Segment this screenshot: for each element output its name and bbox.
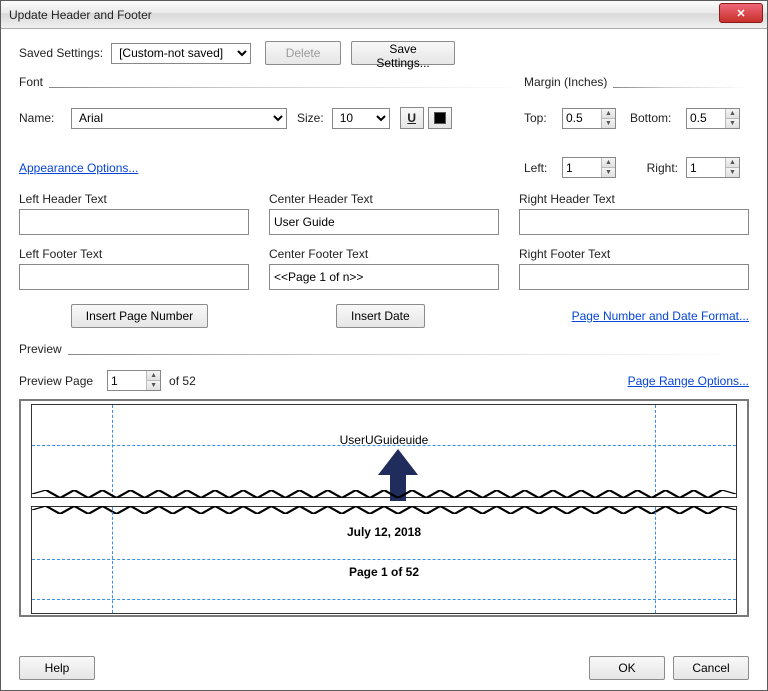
margin-top-spinner[interactable]: ▲▼: [562, 108, 616, 129]
preview-page-bottom: July 12, 2018 Page 1 of 52: [31, 506, 737, 614]
chevron-up-icon[interactable]: ▲: [726, 109, 739, 119]
delete-button[interactable]: Delete: [265, 41, 341, 65]
preview-page-top: UserUGuideuide: [31, 404, 737, 498]
left-header-label: Left Header Text: [19, 192, 249, 206]
ok-button[interactable]: OK: [589, 656, 665, 680]
chevron-up-icon[interactable]: ▲: [726, 158, 739, 168]
help-button[interactable]: Help: [19, 656, 95, 680]
font-size-dropdown[interactable]: 10: [332, 108, 390, 129]
divider: [613, 87, 749, 88]
margin-bottom-input[interactable]: [687, 109, 725, 128]
font-color-button[interactable]: [428, 107, 452, 129]
color-swatch-icon: [434, 112, 446, 124]
page-number-date-format-link[interactable]: Page Number and Date Format...: [572, 309, 749, 323]
underline-icon: U: [407, 111, 416, 125]
chevron-down-icon[interactable]: ▼: [147, 381, 160, 390]
margin-right-input[interactable]: [687, 158, 725, 177]
margin-bottom-label: Bottom:: [630, 111, 678, 125]
saved-settings-row: Saved Settings: [Custom-not saved] Delet…: [19, 41, 749, 65]
preview-header-text: UserUGuideuide: [32, 433, 736, 447]
preview-section-label: Preview: [19, 342, 62, 356]
margin-left-input[interactable]: [563, 158, 601, 177]
preview-area: UserUGuideuide: [19, 399, 749, 617]
cancel-button[interactable]: Cancel: [673, 656, 749, 680]
divider: [68, 354, 749, 355]
preview-page-text: Page 1 of 52: [32, 565, 736, 579]
appearance-options-link[interactable]: Appearance Options...: [19, 161, 138, 175]
chevron-down-icon[interactable]: ▼: [726, 168, 739, 177]
font-size-label: Size:: [297, 111, 324, 125]
close-button[interactable]: ✕: [719, 3, 763, 23]
right-footer-label: Right Footer Text: [519, 247, 749, 261]
font-section-label: Font: [19, 75, 43, 89]
title-bar: Update Header and Footer ✕: [1, 1, 767, 29]
margin-left-spinner[interactable]: ▲▼: [562, 157, 616, 178]
font-name-label: Name:: [19, 111, 63, 125]
center-footer-label: Center Footer Text: [269, 247, 499, 261]
center-footer-input[interactable]: [269, 264, 499, 290]
margin-right-spinner[interactable]: ▲▼: [686, 157, 740, 178]
chevron-down-icon[interactable]: ▼: [602, 119, 615, 128]
divider: [49, 87, 524, 88]
save-settings-button[interactable]: Save Settings...: [351, 41, 455, 65]
chevron-down-icon[interactable]: ▼: [602, 168, 615, 177]
chevron-up-icon[interactable]: ▲: [602, 158, 615, 168]
right-header-input[interactable]: [519, 209, 749, 235]
font-name-dropdown[interactable]: Arial: [71, 108, 287, 129]
preview-page-input[interactable]: [108, 371, 146, 390]
preview-page-total: of 52: [169, 374, 196, 388]
preview-page-spinner[interactable]: ▲▼: [107, 370, 161, 391]
right-footer-input[interactable]: [519, 264, 749, 290]
window-title: Update Header and Footer: [1, 8, 152, 22]
center-header-input[interactable]: [269, 209, 499, 235]
page-range-options-link[interactable]: Page Range Options...: [628, 374, 749, 388]
margin-top-input[interactable]: [563, 109, 601, 128]
underline-button[interactable]: U: [400, 107, 424, 129]
margin-left-label: Left:: [524, 161, 554, 175]
margin-section-label: Margin (Inches): [524, 75, 607, 89]
center-header-label: Center Header Text: [269, 192, 499, 206]
saved-settings-label: Saved Settings:: [19, 46, 103, 60]
dialog-body: Saved Settings: [Custom-not saved] Delet…: [1, 29, 767, 690]
right-header-label: Right Header Text: [519, 192, 749, 206]
insert-date-button[interactable]: Insert Date: [336, 304, 425, 328]
close-icon: ✕: [736, 7, 745, 20]
chevron-up-icon[interactable]: ▲: [147, 371, 160, 381]
margin-right-label: Right:: [630, 161, 678, 175]
left-footer-label: Left Footer Text: [19, 247, 249, 261]
left-footer-input[interactable]: [19, 264, 249, 290]
margin-top-label: Top:: [524, 111, 554, 125]
chevron-down-icon[interactable]: ▼: [726, 119, 739, 128]
chevron-up-icon[interactable]: ▲: [602, 109, 615, 119]
dialog-button-row: Help OK Cancel: [19, 656, 749, 680]
left-header-input[interactable]: [19, 209, 249, 235]
preview-date-text: July 12, 2018: [32, 525, 736, 539]
margin-bottom-spinner[interactable]: ▲▼: [686, 108, 740, 129]
saved-settings-dropdown[interactable]: [Custom-not saved]: [111, 43, 251, 64]
preview-page-label: Preview Page: [19, 374, 93, 388]
dialog-window: Update Header and Footer ✕ Saved Setting…: [0, 0, 768, 691]
insert-page-number-button[interactable]: Insert Page Number: [71, 304, 208, 328]
